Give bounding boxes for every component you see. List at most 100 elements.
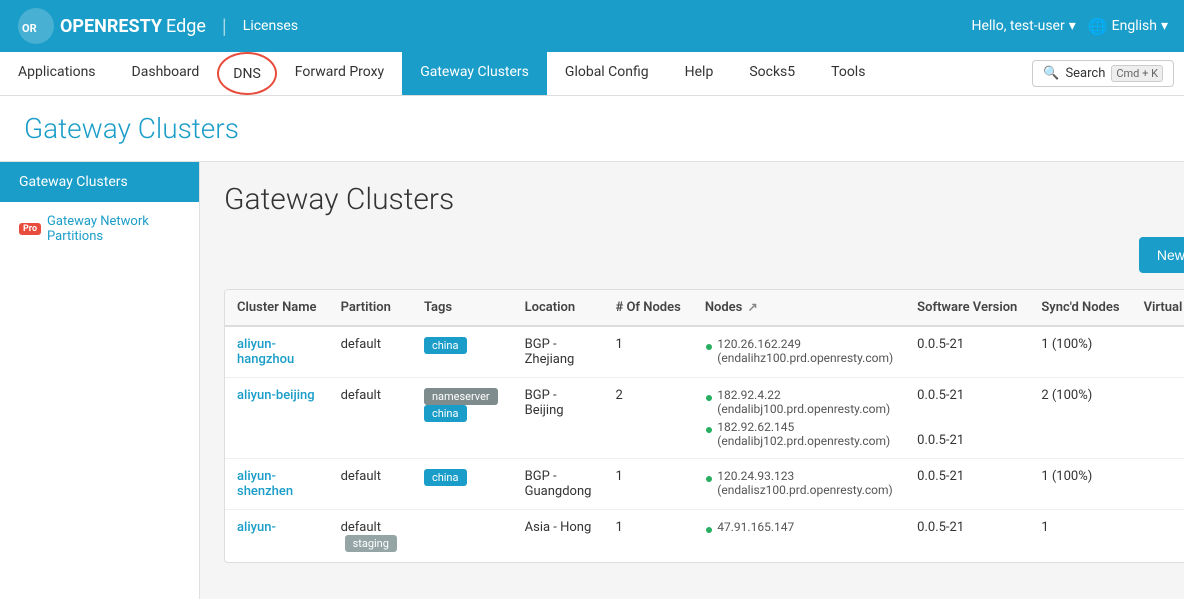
th-location: Location [513, 290, 604, 326]
node-ip: 120.26.162.249 (endalihz100.prd.openrest… [717, 337, 893, 365]
nav-forward-proxy[interactable]: Forward Proxy [277, 52, 402, 95]
cell-nodes: ● 182.92.4.22 (endalibj100.prd.openresty… [693, 378, 905, 459]
tag-china: china [424, 469, 467, 486]
table-row: aliyun- default staging Asia - Hong 1 ● [225, 510, 1184, 563]
nav-help[interactable]: Help [667, 52, 732, 95]
cell-cluster-name: aliyun-beijing [225, 378, 329, 459]
content-title: Gateway Clusters [224, 182, 454, 217]
tag-china: china [424, 405, 467, 422]
cell-num-nodes: 1 [603, 510, 692, 563]
nav-global-config[interactable]: Global Config [547, 52, 667, 95]
content-area: Gateway Clusters ↻ New Gateway Cluster C… [200, 162, 1184, 599]
cluster-link[interactable]: aliyun-hangzhou [237, 337, 317, 367]
table-row: aliyun-shenzhen default china BGP - Guan… [225, 459, 1184, 510]
tag-nameserver: nameserver [424, 388, 498, 405]
page-title-area: Gateway Clusters [0, 96, 1184, 162]
node-ip: 182.92.62.145 (endalibj102.prd.openresty… [717, 420, 890, 448]
cell-tags: china [412, 326, 513, 378]
cluster-link[interactable]: aliyun-shenzhen [237, 469, 317, 499]
navbar: Applications Dashboard DNS Forward Proxy… [0, 52, 1184, 96]
nav-socks5[interactable]: Socks5 [731, 52, 813, 95]
node-ip: 182.92.4.22 (endalibj100.prd.openresty.c… [717, 388, 890, 416]
cell-nodes: ● 120.26.162.249 (endalihz100.prd.openre… [693, 326, 905, 378]
cell-tags: nameserver china [412, 378, 513, 459]
header-left: OR OPENRESTY Edge | Licenses [16, 6, 298, 46]
th-tags: Tags [412, 290, 513, 326]
sidebar-item-gateway-clusters[interactable]: Gateway Clusters [0, 162, 199, 202]
th-cluster-name: Cluster Name [225, 290, 329, 326]
actions-bar: New Gateway Cluster [224, 237, 1184, 273]
node-entry: ● 47.91.165.147 [705, 520, 893, 538]
globe-icon: 🌐 [1088, 17, 1108, 36]
nav-applications[interactable]: Applications [0, 52, 114, 95]
nav-dashboard[interactable]: Dashboard [114, 52, 218, 95]
cell-cluster-name: aliyun-shenzhen [225, 459, 329, 510]
cell-virtual-groups [1132, 326, 1184, 378]
search-input-wrapper[interactable]: 🔍 Search Cmd + K [1032, 60, 1174, 87]
logo-brand: OPENRESTY [60, 16, 162, 37]
header: OR OPENRESTY Edge | Licenses Hello, test… [0, 0, 1184, 52]
cell-num-nodes: 2 [603, 378, 692, 459]
cell-location: BGP - Guangdong [513, 459, 604, 510]
cell-software-version: 0.0.5-21 [905, 326, 1029, 378]
language-selector[interactable]: 🌐 English ▾ [1088, 17, 1168, 36]
cell-location: BGP - Zhejiang [513, 326, 604, 378]
logo-edge: Edge [166, 16, 206, 37]
cell-syncd-nodes: 2 (100%) [1029, 378, 1131, 459]
cell-virtual-groups [1132, 459, 1184, 510]
cell-tags: china [412, 459, 513, 510]
node-status-icon: ● [705, 521, 713, 538]
node-status-icon: ● [705, 338, 713, 355]
sidebar: Gateway Clusters Pro Gateway Network Par… [0, 162, 200, 599]
search-label: Search [1065, 66, 1105, 81]
cell-location: Asia - Hong [513, 510, 604, 563]
table-row: aliyun-hangzhou default china BGP - Zhej… [225, 326, 1184, 378]
search-box: 🔍 Search Cmd + K [1022, 52, 1184, 95]
cluster-link[interactable]: aliyun-beijing [237, 388, 317, 403]
cell-num-nodes: 1 [603, 459, 692, 510]
th-partition: Partition [329, 290, 412, 326]
table-header: Cluster Name Partition Tags Location # O… [225, 290, 1184, 326]
node-ip: 120.24.93.123 (endalisz100.prd.openresty… [717, 469, 892, 497]
nav-gateway-clusters[interactable]: Gateway Clusters [402, 52, 547, 95]
cell-software-version: 0.0.5-21 0.0.5-21 [905, 378, 1029, 459]
main-layout: Gateway Clusters Pro Gateway Network Par… [0, 162, 1184, 599]
node-entry: ● 120.26.162.249 (endalihz100.prd.openre… [705, 337, 893, 365]
header-separator: | [222, 14, 227, 38]
nav-tools[interactable]: Tools [813, 52, 883, 95]
cell-virtual-groups [1132, 510, 1184, 563]
cell-num-nodes: 1 [603, 326, 692, 378]
logo: OR OPENRESTY Edge [16, 6, 206, 46]
nodes-external-link-icon[interactable]: ↗ [748, 300, 758, 314]
node-status-icon: ● [705, 470, 713, 487]
search-shortcut: Cmd + K [1111, 65, 1163, 82]
cell-syncd-nodes: 1 [1029, 510, 1131, 563]
hello-user: Hello, test-user ▾ [971, 18, 1075, 34]
cell-nodes: ● 120.24.93.123 (endalisz100.prd.openres… [693, 459, 905, 510]
node-status-icon: ● [705, 421, 713, 438]
th-software-version: Software Version [905, 290, 1029, 326]
licenses-link[interactable]: Licenses [243, 18, 298, 34]
cell-nodes: ● 47.91.165.147 [693, 510, 905, 563]
new-cluster-button[interactable]: New Gateway Cluster [1139, 237, 1184, 273]
cell-partition: default [329, 326, 412, 378]
nav-dns[interactable]: DNS [217, 52, 277, 95]
search-icon: 🔍 [1043, 66, 1059, 81]
svg-text:OR: OR [22, 22, 37, 35]
pro-badge: Pro [19, 223, 41, 235]
node-ip: 47.91.165.147 [717, 520, 794, 534]
sidebar-item-gateway-network-partitions[interactable]: Pro Gateway Network Partitions [0, 202, 199, 256]
table-body: aliyun-hangzhou default china BGP - Zhej… [225, 326, 1184, 562]
tag-china: china [424, 337, 467, 354]
cell-partition: default [329, 378, 412, 459]
cluster-link[interactable]: aliyun- [237, 520, 317, 535]
th-num-nodes: # Of Nodes [603, 290, 692, 326]
node-entry: ● 182.92.4.22 (endalibj100.prd.openresty… [705, 388, 893, 416]
cell-tags [412, 510, 513, 563]
th-virtual-groups: Virtual Groups [1132, 290, 1184, 326]
page-title: Gateway Clusters [24, 112, 1160, 145]
node-entry: ● 182.92.62.145 (endalibj102.prd.openres… [705, 420, 893, 448]
cell-virtual-groups [1132, 378, 1184, 459]
header-right: Hello, test-user ▾ 🌐 English ▾ [971, 17, 1168, 36]
table-row: aliyun-beijing default nameserver china … [225, 378, 1184, 459]
